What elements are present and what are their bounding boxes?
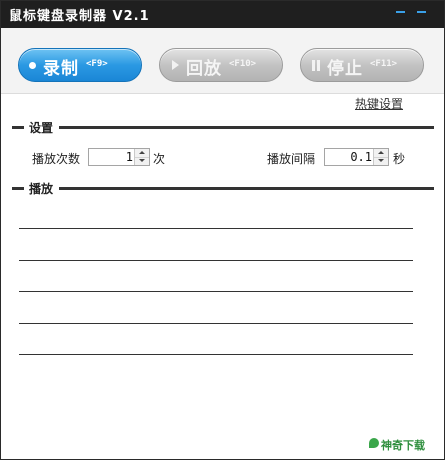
minimize-icon[interactable] bbox=[394, 5, 408, 19]
play-button-label: 回放 bbox=[186, 59, 222, 79]
app-window: 鼠标键盘录制器 V2.1 录制 <F9> 回放 <F10> 停止 <F11> 热… bbox=[0, 0, 445, 460]
stop-button-label: 停止 bbox=[327, 59, 363, 79]
playback-row-line bbox=[19, 228, 413, 229]
play-interval-unit: 秒 bbox=[393, 152, 406, 166]
watermark-text: 神奇下载 bbox=[381, 439, 425, 452]
close-icon[interactable] bbox=[415, 5, 429, 19]
section-divider-right bbox=[59, 126, 434, 129]
play-interval-down-icon[interactable] bbox=[374, 157, 388, 165]
play-count-value: 1 bbox=[125, 150, 133, 164]
hotkey-settings-link[interactable]: 热键设置 bbox=[355, 95, 403, 112]
playback-row-line bbox=[19, 354, 413, 355]
play-interval-value: 0.1 bbox=[350, 150, 372, 164]
settings-section-title: 设置 bbox=[29, 121, 54, 135]
stop-hotkey: <F11> bbox=[370, 59, 398, 69]
section-divider-left bbox=[12, 126, 24, 129]
play-count-spinbox[interactable]: 1 bbox=[88, 148, 150, 166]
record-dot-icon bbox=[29, 62, 36, 69]
window-title: 鼠标键盘录制器 V2.1 bbox=[9, 9, 150, 24]
playback-section-title: 播放 bbox=[29, 182, 54, 196]
toolbar: 录制 <F9> 回放 <F10> 停止 <F11> bbox=[1, 28, 444, 94]
stop-button[interactable]: 停止 <F11> bbox=[300, 48, 424, 82]
play-count-down-icon[interactable] bbox=[135, 157, 149, 165]
record-button-label: 录制 bbox=[43, 59, 79, 79]
play-hotkey: <F10> bbox=[229, 59, 257, 69]
playback-divider-left bbox=[12, 187, 24, 190]
record-button[interactable]: 录制 <F9> bbox=[18, 48, 142, 82]
play-count-unit: 次 bbox=[153, 152, 166, 166]
playback-row-line bbox=[19, 323, 413, 324]
play-interval-label: 播放间隔 bbox=[267, 152, 316, 166]
playback-divider-right bbox=[59, 187, 434, 190]
play-interval-arrows bbox=[373, 149, 388, 165]
play-icon bbox=[172, 60, 179, 70]
record-hotkey: <F9> bbox=[86, 59, 108, 69]
title-bar: 鼠标键盘录制器 V2.1 bbox=[1, 1, 444, 28]
playback-row-line bbox=[19, 291, 413, 292]
play-count-label: 播放次数 bbox=[32, 152, 81, 166]
play-count-arrows bbox=[134, 149, 149, 165]
play-button[interactable]: 回放 <F10> bbox=[159, 48, 283, 82]
pause-icon bbox=[312, 60, 322, 71]
watermark-logo-icon bbox=[369, 438, 379, 448]
play-interval-spinbox[interactable]: 0.1 bbox=[324, 148, 389, 166]
playback-row-line bbox=[19, 260, 413, 261]
